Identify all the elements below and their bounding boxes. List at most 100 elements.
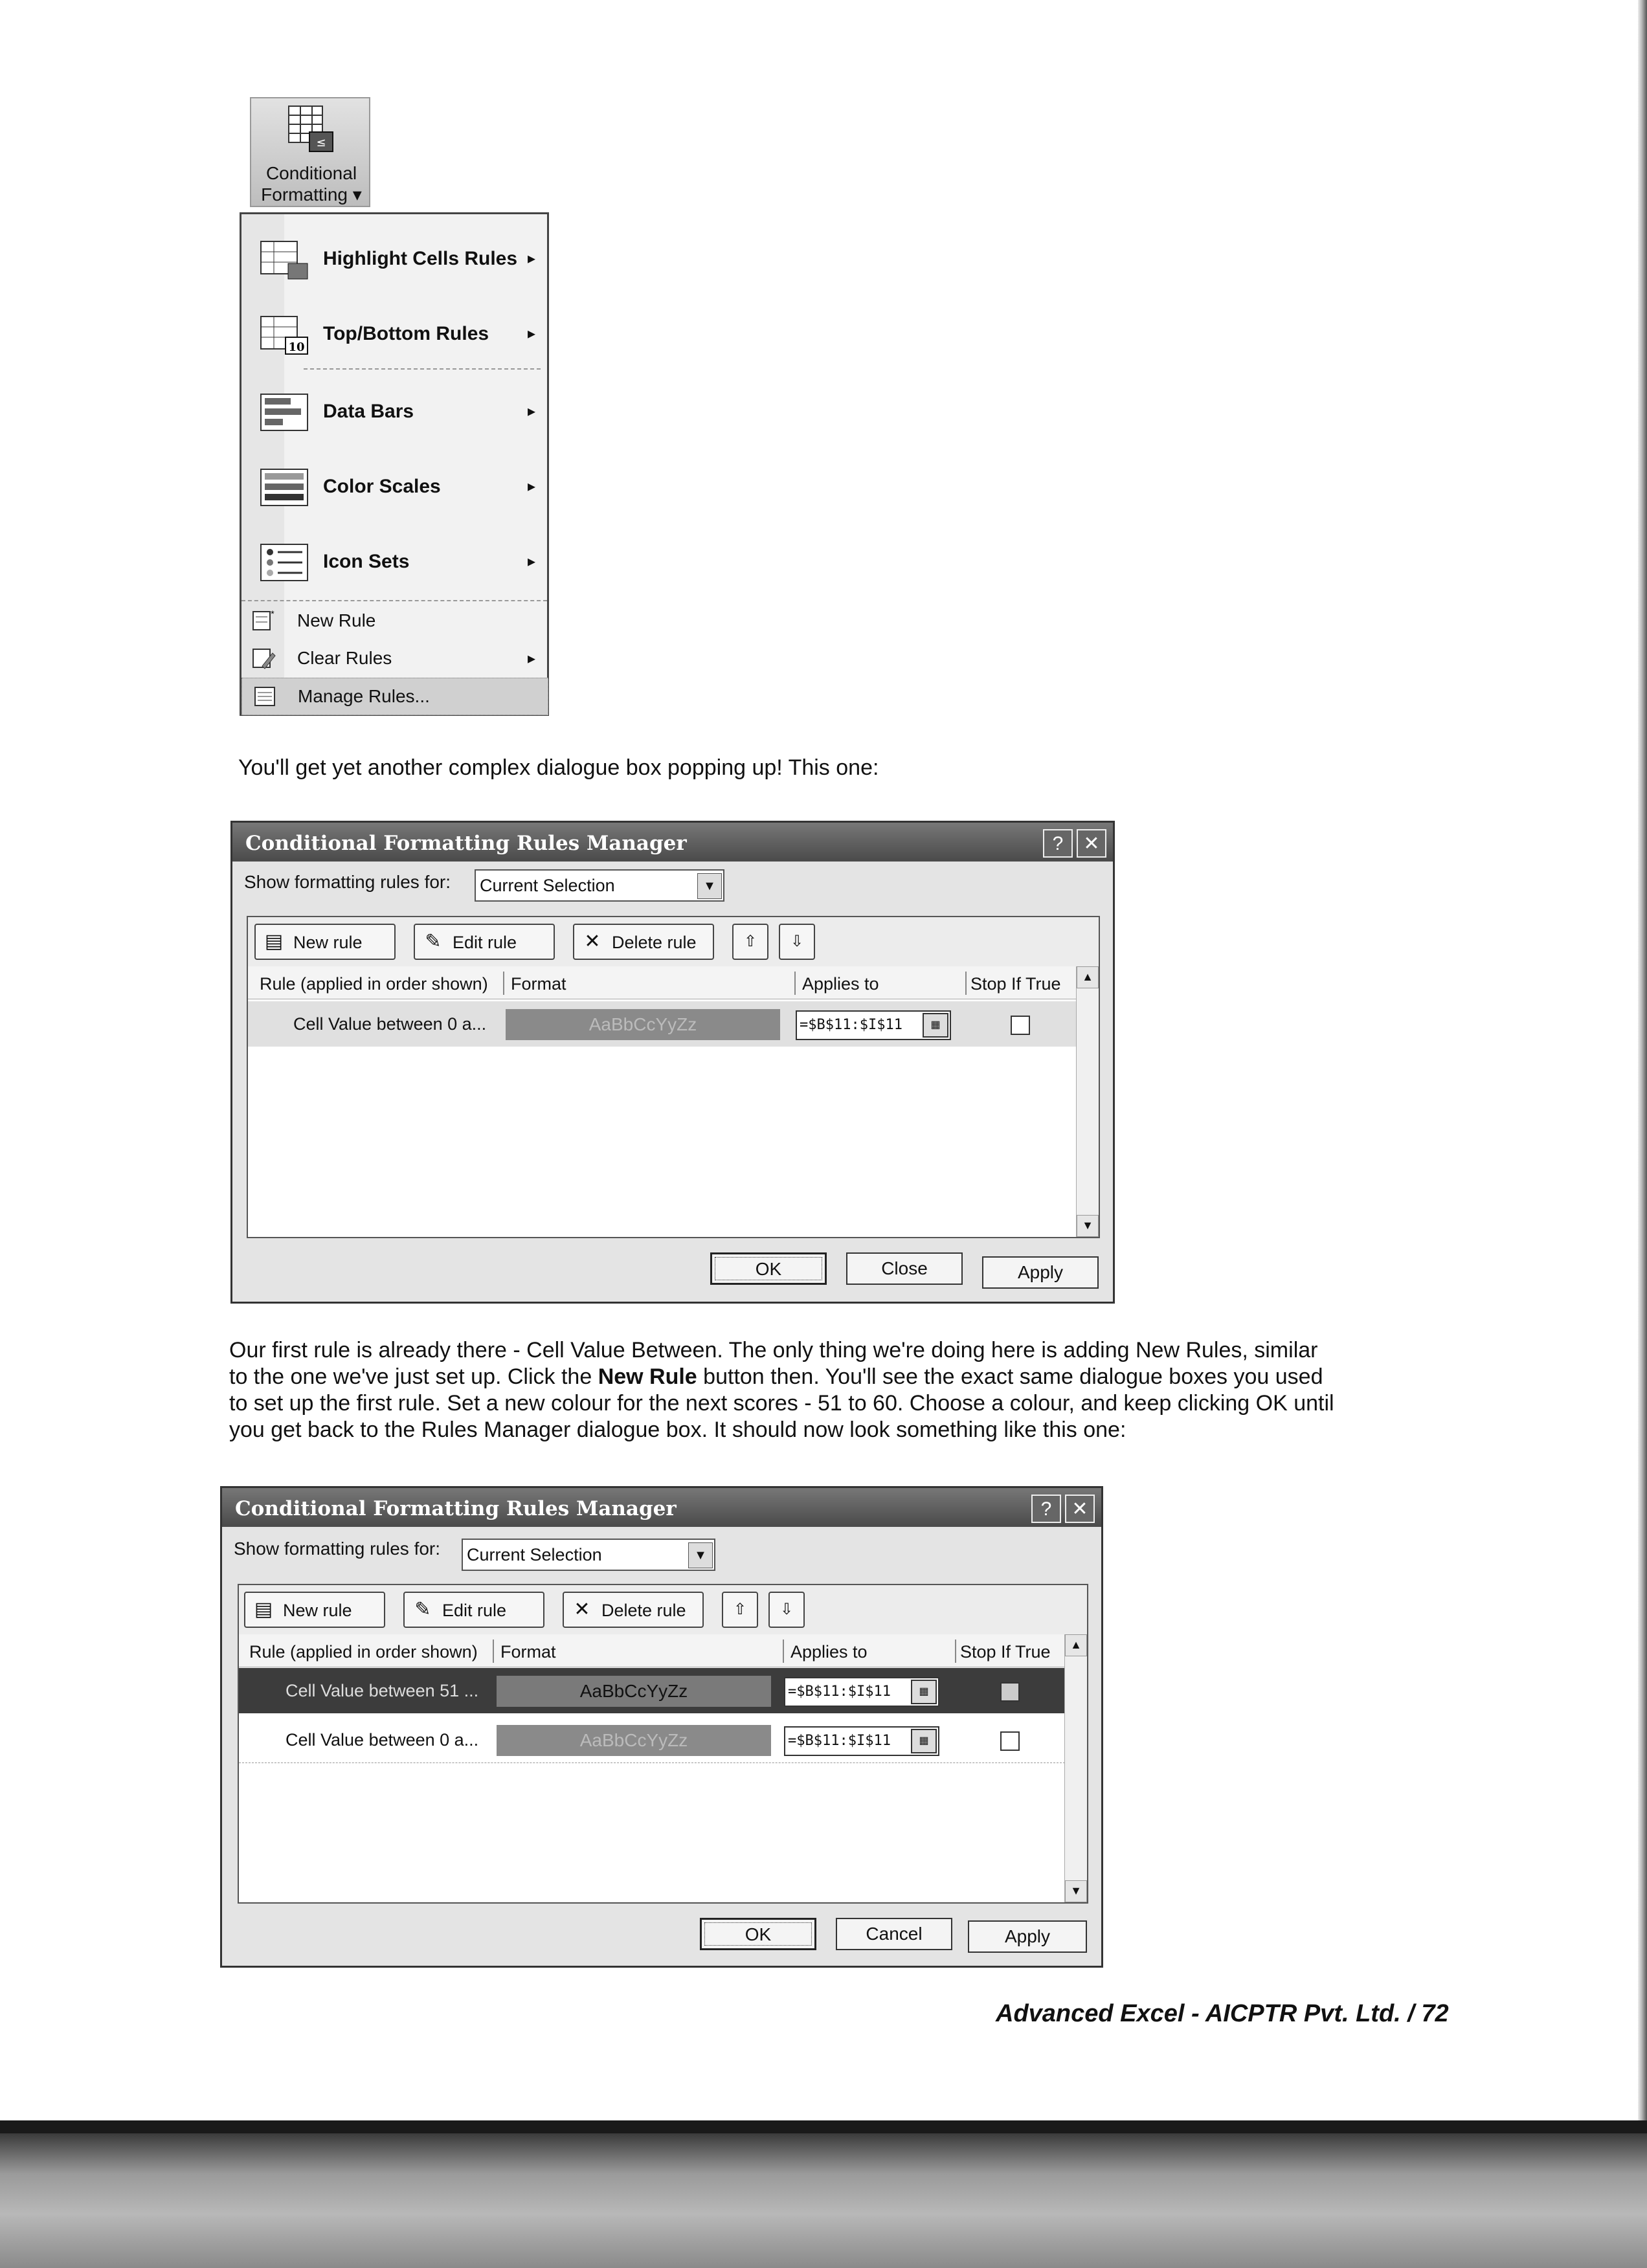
new-rule-bold-text: New Rule xyxy=(598,1364,697,1389)
move-down-button[interactable]: ⇩ xyxy=(768,1592,805,1628)
color-scales-icon xyxy=(260,469,308,506)
table-row-selected[interactable]: Cell Value between 51 ... AaBbCcYyZz =$B… xyxy=(239,1668,1065,1713)
range-picker-icon[interactable]: ▦ xyxy=(923,1013,948,1038)
menu-label: Manage Rules... xyxy=(298,686,430,706)
edit-rule-button[interactable]: ✎ Edit rule xyxy=(414,924,555,960)
delete-rule-button[interactable]: ✕ Delete rule xyxy=(573,924,714,960)
applies-to-field[interactable]: =$B$11:$I$11 ▦ xyxy=(784,1677,939,1707)
menu-item-manage-rules[interactable]: Manage Rules... xyxy=(241,678,548,715)
ok-button[interactable]: OK xyxy=(710,1252,827,1285)
apply-button[interactable]: Apply xyxy=(982,1256,1099,1289)
applies-to-value: =$B$11:$I$11 xyxy=(788,1684,891,1700)
conditional-formatting-icon: ≤ xyxy=(288,106,333,152)
close-button[interactable]: Close xyxy=(846,1252,963,1285)
new-rule-button[interactable]: ▤ New rule xyxy=(244,1592,385,1628)
menu-item-icon-sets[interactable]: Icon Sets ▸ xyxy=(241,529,547,594)
format-preview: AaBbCcYyZz xyxy=(506,1009,780,1040)
rules-toolbar: ▤ New rule ✎ Edit rule ✕ Delete rule ⇧ ⇩ xyxy=(239,1585,1087,1635)
format-preview: AaBbCcYyZz xyxy=(497,1725,771,1756)
rules-scrollbar[interactable]: ▲ ▼ xyxy=(1076,966,1099,1237)
text-run: button then. You'll see the exact same d… xyxy=(697,1364,1323,1389)
chevron-down-icon[interactable]: ▼ xyxy=(697,873,722,899)
close-icon[interactable]: ✕ xyxy=(1077,829,1106,858)
submenu-arrow: ▸ xyxy=(527,325,535,342)
edit-rule-button[interactable]: ✎ Edit rule xyxy=(403,1592,544,1628)
conditional-label: Conditional xyxy=(265,163,357,183)
rule-text: Cell Value between 0 a... xyxy=(286,1730,479,1750)
stop-if-true-checkbox[interactable] xyxy=(1011,1016,1030,1035)
show-rules-select[interactable]: Current Selection ▼ xyxy=(475,869,724,902)
menu-label: Highlight Cells Rules xyxy=(323,248,518,269)
applies-to-field[interactable]: =$B$11:$I$11 ▦ xyxy=(784,1726,939,1756)
table-row[interactable]: Cell Value between 0 a... AaBbCcYyZz =$B… xyxy=(239,1717,1065,1763)
col-applies-header: Applies to xyxy=(790,1642,868,1662)
menu-item-clear-rules[interactable]: Clear Rules ▸ xyxy=(241,640,547,676)
table-row[interactable]: Cell Value between 0 a... AaBbCcYyZz =$B… xyxy=(248,1001,1077,1047)
scroll-down-icon[interactable]: ▼ xyxy=(1077,1215,1099,1237)
icon-sets-icon xyxy=(260,544,308,581)
col-format-header: Format xyxy=(511,974,566,994)
top-bottom-icon: 10 xyxy=(260,316,308,355)
rules-header: Rule (applied in order shown) Format App… xyxy=(248,966,1099,999)
rules-scrollbar[interactable]: ▲ ▼ xyxy=(1064,1634,1087,1902)
highlight-cells-icon xyxy=(260,241,308,280)
submenu-arrow: ▸ xyxy=(527,650,535,667)
rules-panel: ▤ New rule ✎ Edit rule ✕ Delete rule ⇧ ⇩… xyxy=(238,1584,1088,1904)
cancel-button[interactable]: Cancel xyxy=(836,1918,952,1950)
menu-label: Top/Bottom Rules xyxy=(323,323,489,344)
applies-to-value: =$B$11:$I$11 xyxy=(800,1017,902,1033)
submenu-arrow: ▸ xyxy=(527,403,535,420)
chevron-down-icon[interactable]: ▼ xyxy=(688,1542,713,1568)
scroll-down-icon[interactable]: ▼ xyxy=(1065,1880,1087,1902)
paragraph-line: Our first rule is already there - Cell V… xyxy=(229,1338,1318,1362)
move-down-button[interactable]: ⇩ xyxy=(779,924,815,960)
move-up-button[interactable]: ⇧ xyxy=(722,1592,758,1628)
format-preview: AaBbCcYyZz xyxy=(497,1676,771,1707)
svg-text:10: 10 xyxy=(288,340,304,354)
col-rule-header: Rule (applied in order shown) xyxy=(249,1642,478,1662)
rules-panel: ▤ New rule ✎ Edit rule ✕ Delete rule ⇧ ⇩… xyxy=(247,916,1100,1238)
scan-bottom-edge xyxy=(0,2120,1647,2133)
range-picker-icon[interactable]: ▦ xyxy=(911,1729,937,1753)
clear-rules-icon xyxy=(252,649,276,669)
col-applies-header: Applies to xyxy=(802,974,879,994)
applies-to-value: =$B$11:$I$11 xyxy=(788,1733,891,1749)
conditional-formatting-button[interactable]: ≤ Conditional Formatting ▾ xyxy=(250,97,370,207)
new-rule-button[interactable]: ▤ New rule xyxy=(254,924,396,960)
stop-if-true-checkbox[interactable] xyxy=(1000,1682,1020,1702)
edit-rule-label: Edit rule xyxy=(442,1601,507,1620)
applies-to-field[interactable]: =$B$11:$I$11 ▦ xyxy=(796,1010,951,1040)
delete-rule-button[interactable]: ✕ Delete rule xyxy=(563,1592,704,1628)
col-rule-header: Rule (applied in order shown) xyxy=(260,974,488,994)
range-picker-icon[interactable]: ▦ xyxy=(911,1680,937,1704)
paragraph-explanation: Our first rule is already there - Cell V… xyxy=(229,1337,1498,1443)
move-up-button[interactable]: ⇧ xyxy=(732,924,768,960)
ok-button[interactable]: OK xyxy=(700,1918,816,1950)
scroll-up-icon[interactable]: ▲ xyxy=(1065,1634,1087,1656)
menu-label: Color Scales xyxy=(323,476,441,497)
column-divider xyxy=(783,1640,784,1663)
show-rules-select[interactable]: Current Selection ▼ xyxy=(462,1539,715,1571)
menu-item-color-scales[interactable]: Color Scales ▸ xyxy=(241,454,547,518)
menu-item-new-rule[interactable]: * New Rule xyxy=(241,603,547,639)
help-button[interactable]: ? xyxy=(1031,1495,1061,1523)
edit-rule-icon: ✎ xyxy=(425,931,442,952)
new-rule-icon: ▤ xyxy=(254,1599,273,1620)
manage-rules-icon xyxy=(254,687,275,706)
delete-icon: ✕ xyxy=(584,931,601,952)
stop-if-true-checkbox[interactable] xyxy=(1000,1731,1020,1751)
menu-separator xyxy=(304,368,541,370)
rule-text: Cell Value between 0 a... xyxy=(293,1014,487,1034)
apply-button[interactable]: Apply xyxy=(968,1920,1087,1953)
menu-label: Icon Sets xyxy=(323,551,410,572)
submenu-arrow: ▸ xyxy=(527,250,535,267)
menu-item-top-bottom[interactable]: 10 Top/Bottom Rules ▸ xyxy=(241,301,547,366)
delete-rule-label: Delete rule xyxy=(612,933,697,952)
column-divider xyxy=(503,972,504,995)
menu-item-highlight-cells[interactable]: Highlight Cells Rules ▸ xyxy=(241,226,547,291)
help-button[interactable]: ? xyxy=(1043,829,1073,858)
paragraph-line: to the one we've just set up. Click the … xyxy=(229,1364,1498,1390)
scroll-up-icon[interactable]: ▲ xyxy=(1077,966,1099,988)
close-icon[interactable]: ✕ xyxy=(1065,1495,1095,1523)
menu-item-data-bars[interactable]: Data Bars ▸ xyxy=(241,379,547,443)
